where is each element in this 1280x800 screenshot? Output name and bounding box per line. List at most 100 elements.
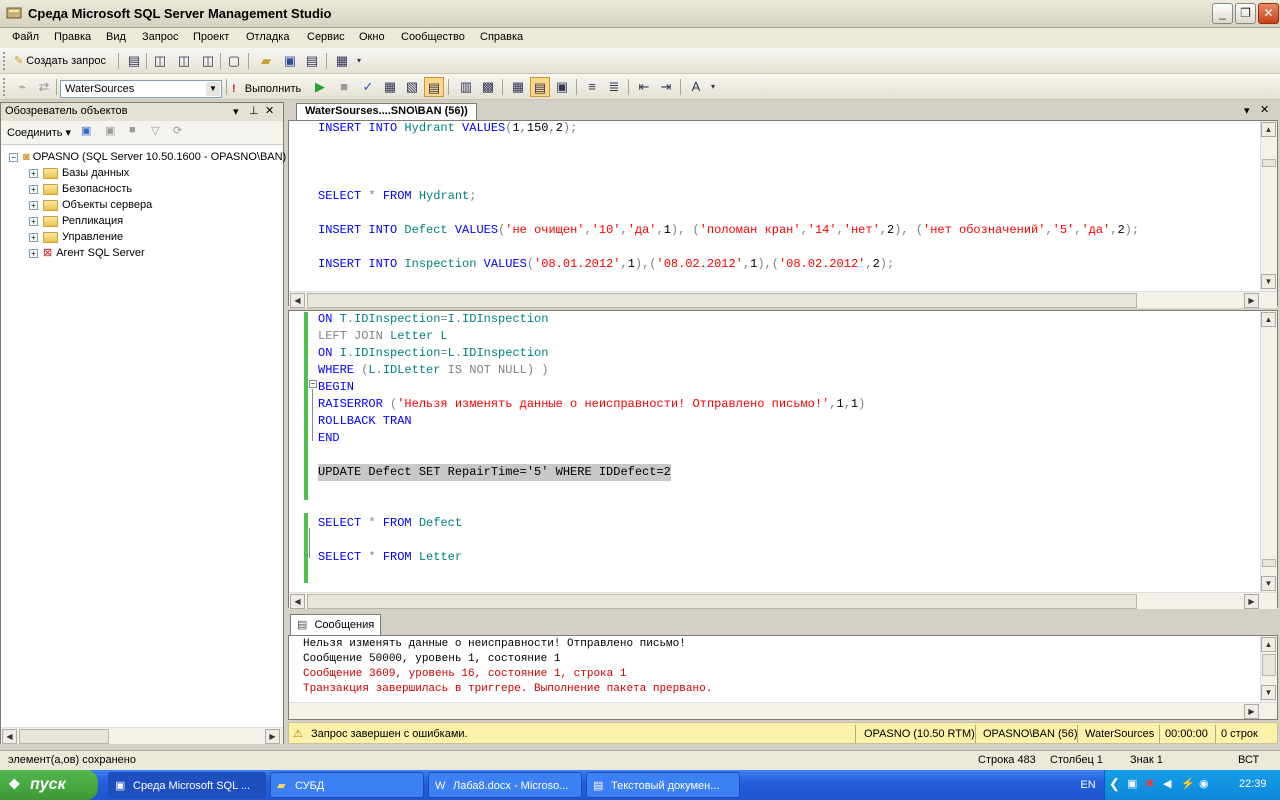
tree-node-server-objects[interactable]: + Объекты сервера <box>29 197 152 213</box>
specify-template-values-icon[interactable]: A <box>686 77 706 97</box>
close-document-icon[interactable]: ✕ <box>1260 103 1269 116</box>
change-connection-icon[interactable]: ⇄ <box>34 77 54 97</box>
scroll-thumb[interactable] <box>19 729 109 744</box>
xmla-query-icon[interactable]: ◫ <box>198 51 218 71</box>
activity-monitor-icon[interactable]: ▦ <box>332 51 352 71</box>
open-folder-icon[interactable]: ▰ <box>256 51 276 71</box>
parse-checkmark-icon[interactable]: ✓ <box>358 77 378 97</box>
messages-hscrollbar[interactable]: ▶ <box>289 702 1277 719</box>
tree-root-server[interactable]: − ◙ OPASNO (SQL Server 10.50.1600 - OPASN… <box>9 149 286 165</box>
editor-vscrollbar[interactable]: ▲ ▼ <box>1260 121 1277 291</box>
dropdown-arrow-icon[interactable]: ▾ <box>233 105 239 118</box>
security-icon[interactable]: ◉ <box>1199 777 1209 790</box>
editor-hscrollbar[interactable]: ◀ ▶ <box>289 291 1277 308</box>
scroll-up-icon[interactable]: ▲ <box>1261 637 1276 652</box>
menu-query[interactable]: Запрос <box>142 31 178 43</box>
expand-icon[interactable]: + <box>29 200 38 210</box>
stop-icon[interactable]: ■ <box>129 124 136 136</box>
scroll-down-icon[interactable]: ▼ <box>1261 576 1276 591</box>
object-explorer-hscrollbar[interactable]: ◀ ▶ <box>1 727 283 744</box>
results-to-grid-icon[interactable]: ▦ <box>508 77 528 97</box>
include-plan-icon[interactable]: ▥ <box>456 77 476 97</box>
database-select[interactable]: WaterSources ▼ <box>60 80 222 98</box>
scroll-left-icon[interactable]: ◀ <box>290 293 305 308</box>
taskbar-item-ssms[interactable]: ▣ Среда Microsoft SQL ... <box>108 772 266 798</box>
open-query-file-icon[interactable]: ▤ <box>124 51 144 71</box>
pin-icon[interactable]: ⊥ <box>249 104 259 117</box>
minimize-button[interactable]: _ <box>1212 3 1233 24</box>
save-icon[interactable]: ▣ <box>280 51 300 71</box>
dropdown-arrow-icon[interactable]: ▾ <box>1244 104 1250 117</box>
collapse-icon[interactable]: − <box>9 152 18 162</box>
refresh-icon[interactable]: ⟳ <box>173 124 182 137</box>
cancel-query-icon[interactable]: ■ <box>334 77 354 97</box>
menu-help[interactable]: Справка <box>480 31 523 43</box>
editor-vscrollbar[interactable]: ▲ ▼ <box>1260 311 1277 593</box>
scroll-thumb[interactable] <box>1262 559 1276 567</box>
results-to-text-icon[interactable]: ▤ <box>424 77 444 97</box>
volume-icon[interactable]: ◀ <box>1163 777 1171 790</box>
execute-button[interactable]: ! Выполнить <box>232 80 301 98</box>
client-statistics-icon[interactable]: ▩ <box>478 77 498 97</box>
editor-hscrollbar[interactable]: ◀ ▶ <box>289 592 1277 609</box>
language-indicator[interactable]: EN <box>1072 770 1104 800</box>
scroll-left-icon[interactable]: ◀ <box>2 729 17 744</box>
results-to-file-icon[interactable]: ▣ <box>552 77 572 97</box>
scroll-left-icon[interactable]: ◀ <box>290 594 305 609</box>
scroll-thumb[interactable] <box>1262 159 1276 167</box>
chevron-down-icon[interactable]: ▼ <box>206 82 220 96</box>
scroll-right-icon[interactable]: ▶ <box>1244 594 1259 609</box>
tree-node-security[interactable]: + Безопасность <box>29 181 132 197</box>
results-to-text-toggle-icon[interactable]: ▤ <box>530 77 550 97</box>
close-panel-icon[interactable]: ✕ <box>265 104 274 117</box>
scroll-down-icon[interactable]: ▼ <box>1261 685 1276 700</box>
scroll-right-icon[interactable]: ▶ <box>265 729 280 744</box>
close-button[interactable]: ✕ <box>1258 3 1279 24</box>
tree-node-management[interactable]: + Управление <box>29 229 123 245</box>
scroll-thumb[interactable] <box>1262 654 1276 676</box>
connect-object-icon[interactable]: ▣ <box>81 124 91 137</box>
debug-play-icon[interactable]: ▶ <box>310 77 330 97</box>
query-designer-icon[interactable]: ▦ <box>380 77 400 97</box>
comment-icon[interactable]: ≡ <box>582 77 602 97</box>
messages-pane[interactable]: Нельзя изменять данные о неисправности! … <box>288 635 1278 720</box>
taskbar-item-word[interactable]: W Лаба8.docx - Microso... <box>428 772 582 798</box>
expand-icon[interactable]: + <box>29 184 38 194</box>
menu-edit[interactable]: Правка <box>54 31 91 43</box>
show-hidden-icons-icon[interactable]: ❮ <box>1109 776 1120 792</box>
estimated-plan-icon[interactable]: ▧ <box>402 77 422 97</box>
scroll-right-icon[interactable]: ▶ <box>1244 704 1259 719</box>
scroll-thumb[interactable] <box>307 293 1137 308</box>
tree-node-sql-agent[interactable]: + ⊠ Агент SQL Server <box>29 245 145 261</box>
disconnect-icon[interactable]: ▣ <box>105 124 115 137</box>
toolbar-overflow-icon[interactable]: ▾ <box>708 77 718 97</box>
expand-icon[interactable]: + <box>29 168 38 178</box>
messages-vscrollbar[interactable]: ▲ ▼ <box>1260 636 1277 702</box>
menu-file[interactable]: Файл <box>12 31 39 43</box>
menu-community[interactable]: Сообщество <box>401 31 465 43</box>
toolbar-overflow-icon[interactable]: ▾ <box>354 51 364 71</box>
menu-project[interactable]: Проект <box>193 31 229 43</box>
messages-tab[interactable]: ▤ Сообщения <box>290 614 382 636</box>
tree-node-replication[interactable]: + Репликация <box>29 213 123 229</box>
scroll-up-icon[interactable]: ▲ <box>1261 122 1276 137</box>
uncomment-icon[interactable]: ≣ <box>604 77 624 97</box>
scroll-up-icon[interactable]: ▲ <box>1261 312 1276 327</box>
network-error-icon[interactable]: ✖ <box>1145 777 1154 790</box>
toolbar-grip[interactable] <box>3 78 6 96</box>
expand-icon[interactable]: + <box>29 216 38 226</box>
tree-node-databases[interactable]: + Базы данных <box>29 165 129 181</box>
expand-icon[interactable]: + <box>29 248 38 258</box>
database-engine-query-icon[interactable]: ◫ <box>150 51 170 71</box>
scroll-thumb[interactable] <box>307 594 1137 609</box>
query-editor-tab[interactable]: WaterSourses....SNO\BAN (56)) <box>296 103 477 120</box>
new-file-icon[interactable]: ▢ <box>224 51 244 71</box>
menu-debug[interactable]: Отладка <box>246 31 289 43</box>
scroll-down-icon[interactable]: ▼ <box>1261 274 1276 289</box>
power-icon[interactable]: ⚡ <box>1181 777 1195 790</box>
connect-icon[interactable]: ⌁ <box>12 77 32 97</box>
scroll-right-icon[interactable]: ▶ <box>1244 293 1259 308</box>
taskbar-item-notepad[interactable]: ▤ Текстовый докумен... <box>586 772 740 798</box>
network-icon[interactable]: ▣ <box>1127 777 1137 790</box>
menu-window[interactable]: Окно <box>359 31 385 43</box>
